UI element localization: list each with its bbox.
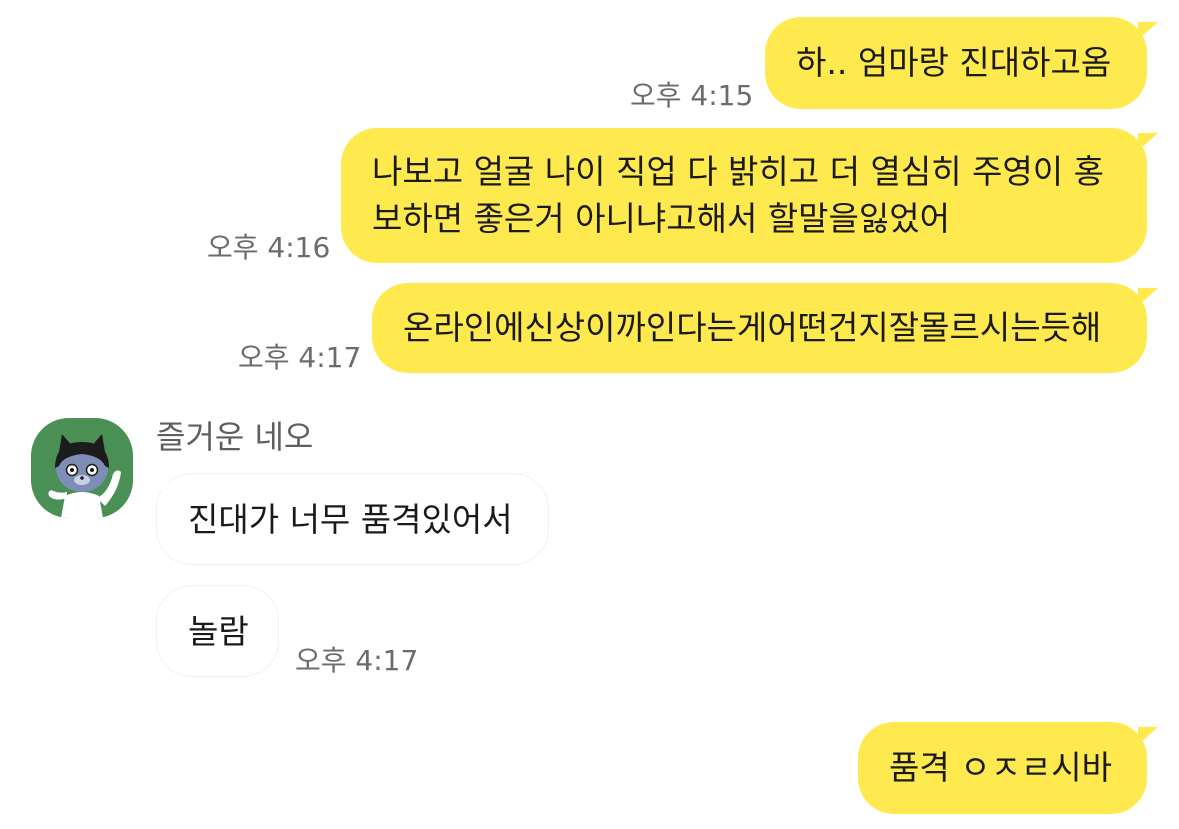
- message-text: 진대가 너무 품격있어서: [188, 500, 513, 539]
- their-message-bubble[interactable]: 진대가 너무 품격있어서: [156, 473, 549, 565]
- message-timestamp: 오후 4:17: [238, 341, 362, 374]
- message-text: 놀람: [188, 612, 249, 651]
- my-message-bubble[interactable]: 품격 ㅇㅈㄹ시바: [858, 722, 1147, 814]
- my-message-bubble[interactable]: 하.. 엄마랑 진대하고옴: [765, 17, 1147, 109]
- my-message-bubble[interactable]: 나보고 얼굴 나이 직업 다 밝히고 더 열심히 주영이 홍 보하면 좋은거 아…: [341, 128, 1147, 263]
- message-line-1: 나보고 얼굴 나이 직업 다 밝히고 더 열심히 주영이 홍: [372, 152, 1104, 191]
- bubble-tail: [1138, 22, 1158, 40]
- neo-character-avatar-icon: [48, 434, 121, 518]
- message-text: 품격 ㅇㅈㄹ시바: [889, 748, 1113, 787]
- message-line-2: 보하면 좋은거 아니냐고해서 할말을잃었어: [372, 199, 950, 238]
- their-message-bubble[interactable]: 놀람: [156, 585, 279, 677]
- bubble-tail: [1138, 288, 1158, 306]
- bubble-tail: [1138, 727, 1158, 745]
- sender-avatar[interactable]: [31, 418, 133, 518]
- message-timestamp: 오후 4:15: [630, 79, 754, 112]
- message-timestamp: 오후 4:16: [207, 231, 331, 264]
- my-message-bubble[interactable]: 온라인에신상이까인다는게어떤건지잘몰르시는듯해: [372, 283, 1147, 373]
- sender-name: 즐거운 네오: [156, 418, 314, 456]
- message-timestamp: 오후 4:17: [295, 644, 419, 677]
- message-text: 온라인에신상이까인다는게어떤건지잘몰르시는듯해: [403, 308, 1102, 347]
- message-text: 하.. 엄마랑 진대하고옴: [796, 43, 1112, 82]
- bubble-tail: [149, 480, 167, 496]
- bubble-tail: [1138, 133, 1158, 151]
